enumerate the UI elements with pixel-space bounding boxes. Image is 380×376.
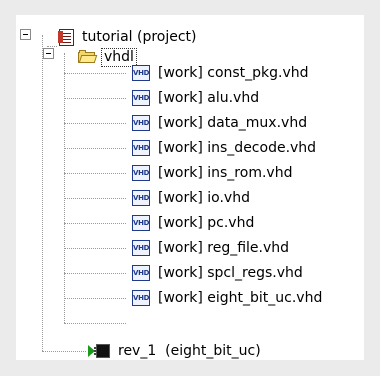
vhd-file-icon: VHD (132, 65, 150, 81)
file-label: [work] io.vhd (158, 190, 250, 206)
tree-line (64, 98, 126, 99)
tree-node-file[interactable]: VHD [work] reg_file.vhd (132, 238, 289, 258)
tree-node-folder[interactable]: vhdl (78, 47, 137, 67)
tree-node-revision[interactable]: rev_1 (eight_bit_uc) (88, 341, 261, 361)
vhd-file-icon: VHD (132, 240, 150, 256)
collapse-project-toggle[interactable] (20, 29, 31, 40)
revision-label: rev_1 (eight_bit_uc) (118, 343, 261, 359)
project-label: tutorial (project) (82, 29, 197, 45)
project-icon (58, 29, 74, 46)
tree-line (64, 148, 126, 149)
collapse-folder-toggle[interactable] (43, 48, 54, 59)
tree-line (64, 73, 126, 74)
tree-line (64, 223, 126, 224)
tree-line (64, 53, 65, 323)
file-label: [work] const_pkg.vhd (158, 65, 309, 81)
tree-line (64, 298, 126, 299)
tree-line (64, 248, 126, 249)
file-label: [work] ins_rom.vhd (158, 165, 293, 181)
tree-node-file[interactable]: VHD [work] pc.vhd (132, 213, 254, 233)
vhd-file-icon: VHD (132, 115, 150, 131)
file-label: [work] ins_decode.vhd (158, 140, 317, 156)
tree-node-file[interactable]: VHD [work] alu.vhd (132, 88, 259, 108)
vhd-file-icon: VHD (132, 165, 150, 181)
tree-line (64, 273, 126, 274)
file-label: [work] pc.vhd (158, 215, 255, 231)
file-label: [work] alu.vhd (158, 90, 260, 106)
tree-node-file[interactable]: VHD [work] ins_decode.vhd (132, 138, 316, 158)
tree-node-file[interactable]: VHD [work] eight_bit_uc.vhd (132, 288, 322, 308)
tree-node-file[interactable]: VHD [work] const_pkg.vhd (132, 63, 309, 83)
file-label: [work] spcl_regs.vhd (158, 265, 303, 281)
vhd-file-icon: VHD (132, 90, 150, 106)
tree-node-file[interactable]: VHD [work] data_mux.vhd (132, 113, 307, 133)
revision-chip-icon (94, 344, 110, 358)
tree-line (64, 123, 126, 124)
file-label: [work] reg_file.vhd (158, 240, 290, 256)
tree-line (42, 351, 86, 352)
vhd-file-icon: VHD (132, 290, 150, 306)
tree-node-file[interactable]: VHD [work] spcl_regs.vhd (132, 263, 303, 283)
vhd-file-icon: VHD (132, 140, 150, 156)
tree-line (42, 35, 43, 351)
tree-line (64, 198, 126, 199)
vhd-file-icon: VHD (132, 265, 150, 281)
file-label: [work] data_mux.vhd (158, 115, 308, 131)
folder-open-icon (78, 50, 98, 64)
tree-line (64, 323, 126, 324)
tree-node-file[interactable]: VHD [work] io.vhd (132, 188, 250, 208)
vhd-file-icon: VHD (132, 190, 150, 206)
project-tree-panel: tutorial (project) vhdl VHD [work] const… (16, 15, 364, 360)
vhd-file-icon: VHD (132, 215, 150, 231)
file-label: [work] eight_bit_uc.vhd (158, 290, 323, 306)
tree-line (47, 46, 57, 47)
tree-line (64, 173, 126, 174)
tree-node-project[interactable]: tutorial (project) (58, 27, 197, 47)
tree-node-file[interactable]: VHD [work] ins_rom.vhd (132, 163, 292, 183)
